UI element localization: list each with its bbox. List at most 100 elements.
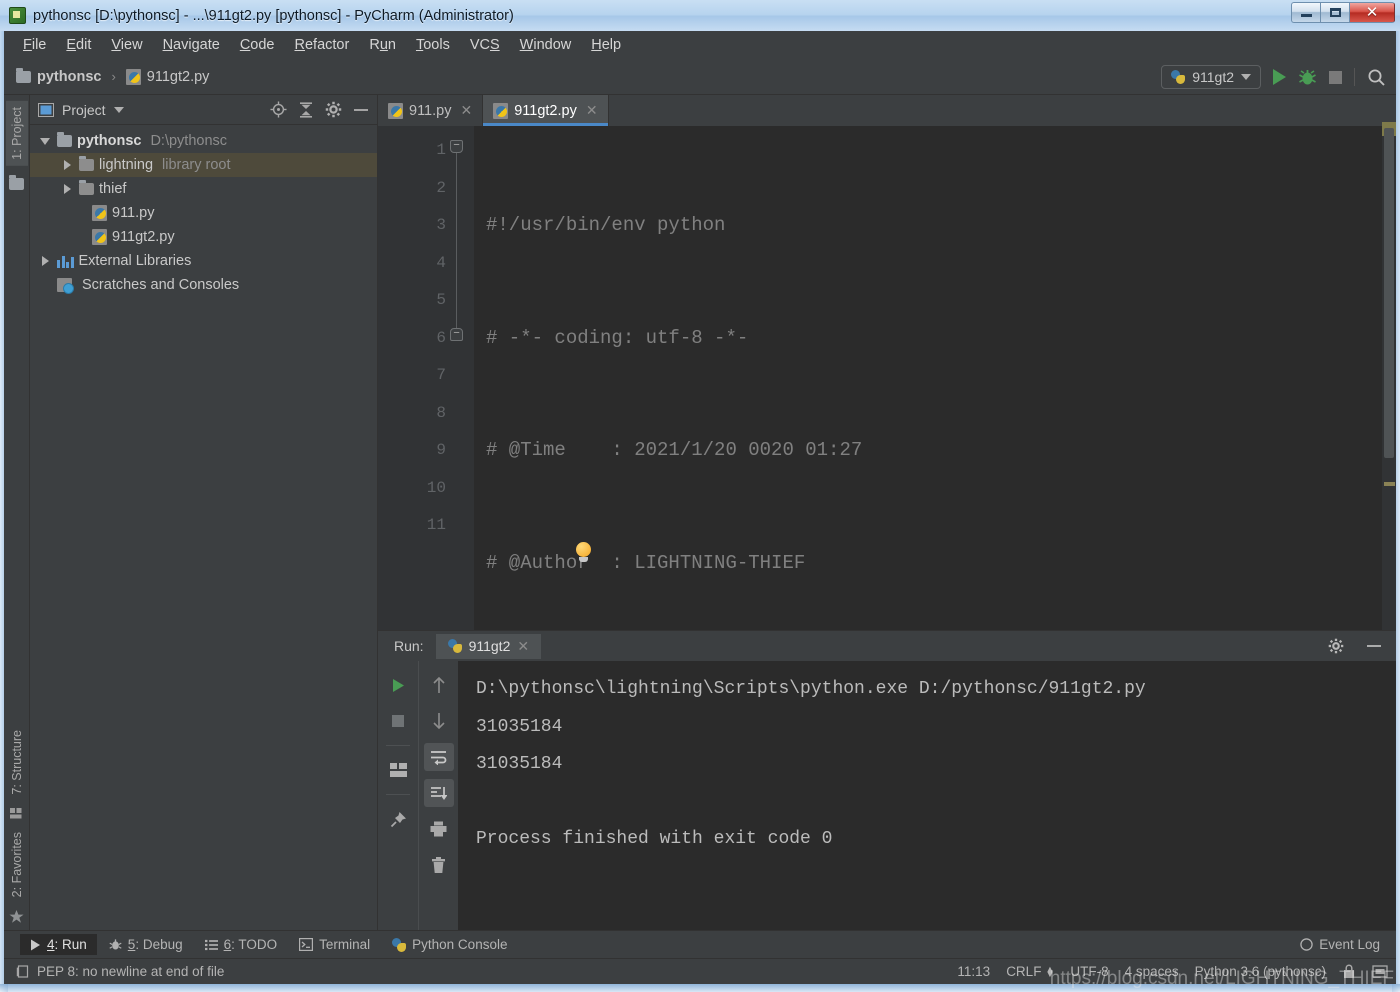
rerun-button[interactable] — [383, 671, 413, 699]
tree-node-911gt2-py[interactable]: 911gt2.py — [30, 225, 377, 249]
tool-window-label: 4: Run — [47, 937, 87, 952]
tree-node-external-libraries[interactable]: External Libraries — [30, 249, 377, 273]
close-icon[interactable]: ✕ — [517, 638, 529, 655]
tree-node-lightning[interactable]: lightning library root — [30, 153, 377, 177]
run-console-output[interactable]: D:\pythonsc\lightning\Scripts\python.exe… — [458, 661, 1396, 930]
tool-window-label: 6: TODO — [223, 937, 278, 952]
hide-panel-icon[interactable] — [1366, 639, 1382, 653]
run-configuration-selector[interactable]: 911gt2 — [1161, 65, 1261, 89]
menu-file[interactable]: File — [14, 34, 55, 56]
next-occurrence-button[interactable] — [424, 707, 454, 735]
tool-window-label: Python Console — [412, 937, 508, 952]
intention-bulb-icon[interactable] — [574, 467, 593, 562]
scrollbar-marker-error[interactable] — [1384, 482, 1395, 486]
pin-tab-button[interactable] — [383, 805, 413, 833]
code-text[interactable]: #!/usr/bin/env python # -*- coding: utf-… — [474, 126, 1382, 630]
tool-tab-structure[interactable]: 7: Structure — [6, 724, 28, 801]
menu-tools[interactable]: Tools — [407, 34, 459, 56]
inspection-icon — [16, 964, 29, 978]
tree-node-911-py[interactable]: 911.py — [30, 201, 377, 225]
run-toolbar-column-right — [418, 661, 458, 930]
maximize-button[interactable] — [1320, 2, 1349, 23]
status-bar: PEP 8: no newline at end of file 11:13 C… — [4, 958, 1396, 984]
project-view-chevron-down-icon[interactable] — [113, 106, 124, 113]
menu-code[interactable]: Code — [231, 34, 284, 56]
menu-run[interactable]: Run — [360, 34, 405, 56]
lock-icon[interactable] — [1342, 964, 1356, 979]
scratches-icon — [57, 278, 74, 294]
line-number: 3 — [436, 216, 446, 234]
console-line: 31035184 — [476, 754, 563, 774]
menu-view[interactable]: View — [102, 34, 151, 56]
breadcrumb-project[interactable]: pythonsc — [37, 69, 101, 85]
run-button[interactable] — [1273, 69, 1286, 85]
tool-window-run[interactable]: 4: Run — [20, 934, 97, 955]
breadcrumb-file[interactable]: 911gt2.py — [147, 69, 210, 85]
debug-button[interactable] — [1298, 68, 1317, 87]
gear-icon[interactable] — [325, 101, 342, 118]
editor-tab-911-py[interactable]: 911.py ✕ — [378, 95, 484, 126]
tree-label: Scratches and Consoles — [82, 277, 240, 293]
run-panel-tab[interactable]: 911gt2 ✕ — [435, 633, 542, 659]
print-button[interactable] — [424, 815, 454, 843]
menu-edit[interactable]: Edit — [57, 34, 100, 56]
locate-file-icon[interactable] — [270, 101, 287, 118]
tree-label: thief — [99, 181, 127, 197]
interpreter-selector[interactable]: Python 3.6 (pythonsc) — [1195, 964, 1326, 979]
editor-gutter[interactable]: 1 2 3 4 5 6 7 8 9 10 11 − − — [378, 126, 474, 630]
menu-navigate[interactable]: Navigate — [154, 34, 229, 56]
tool-window-debug[interactable]: 5: Debug — [99, 934, 193, 955]
menu-window[interactable]: Window — [511, 34, 581, 56]
gear-icon[interactable] — [1328, 638, 1344, 654]
tool-tab-favorites[interactable]: 2: Favorites — [6, 826, 28, 903]
fold-collapse-end-icon[interactable]: − — [450, 328, 463, 341]
python-file-icon — [125, 68, 141, 85]
scrollbar-thumb[interactable] — [1384, 128, 1394, 458]
encoding-selector[interactable]: UTF-8 — [1070, 964, 1108, 979]
tool-window-python-console[interactable]: Python Console — [382, 934, 517, 955]
stop-button[interactable] — [383, 707, 413, 735]
tree-node-thief[interactable]: thief — [30, 177, 377, 201]
console-layout-button[interactable] — [383, 756, 413, 784]
branch-icon[interactable] — [1372, 964, 1388, 979]
editor-scrollbar[interactable] — [1382, 122, 1396, 630]
search-everywhere-icon[interactable] — [1367, 68, 1386, 87]
code-line-4: # @Author : LIGHTNING-THIEF — [486, 545, 1382, 583]
tree-node-pythonsc[interactable]: pythonsc D:\pythonsc — [30, 129, 377, 153]
line-separator-selector[interactable]: CRLF ▲ ▼ — [1006, 964, 1054, 979]
indent-selector[interactable]: 4 spaces — [1125, 964, 1179, 979]
tree-label: 911.py — [112, 205, 155, 221]
minimize-button[interactable] — [1291, 2, 1320, 23]
caret-position[interactable]: 11:13 — [957, 964, 990, 979]
collapse-all-icon[interactable] — [298, 101, 314, 118]
previous-occurrence-button[interactable] — [424, 671, 454, 699]
menu-bar: File Edit View Navigate Code Refactor Ru… — [4, 31, 1396, 59]
menu-help[interactable]: Help — [582, 34, 630, 56]
menu-refactor[interactable]: Refactor — [286, 34, 359, 56]
editor-tab-911gt2-py[interactable]: 911gt2.py ✕ — [483, 95, 609, 126]
tool-window-terminal[interactable]: Terminal — [289, 934, 380, 955]
soft-wrap-button[interactable] — [423, 743, 454, 771]
menu-vcs[interactable]: VCS — [461, 34, 509, 56]
tree-node-scratches-and-consoles[interactable]: Scratches and Consoles — [30, 273, 377, 297]
chevron-right-icon[interactable] — [60, 160, 74, 170]
event-log-button[interactable]: Event Log — [1300, 937, 1380, 952]
module-folder-icon — [79, 156, 94, 171]
python-file-icon — [388, 102, 403, 119]
chevron-right-icon[interactable] — [60, 184, 74, 194]
breadcrumb: pythonsc › 911gt2.py — [16, 67, 210, 85]
fold-collapse-icon[interactable]: − — [450, 140, 463, 153]
sidebar-tool-tab-project[interactable]: 1: Project — [5, 101, 28, 166]
clear-all-button[interactable] — [424, 851, 454, 879]
tool-window-todo[interactable]: 6: TODO — [195, 934, 288, 955]
chevron-down-icon[interactable] — [38, 137, 52, 145]
chevron-right-icon[interactable] — [38, 256, 52, 266]
breadcrumb-separator-icon: › — [111, 69, 116, 84]
close-tab-icon[interactable]: ✕ — [460, 102, 472, 119]
hide-panel-icon[interactable] — [353, 103, 369, 117]
close-tab-icon[interactable]: ✕ — [586, 102, 598, 119]
scroll-to-end-button[interactable] — [423, 779, 454, 807]
stop-button[interactable] — [1329, 70, 1342, 84]
project-tree: pythonsc D:\pythonsc lightning library r… — [30, 125, 377, 297]
close-button[interactable]: ✕ — [1349, 2, 1395, 23]
